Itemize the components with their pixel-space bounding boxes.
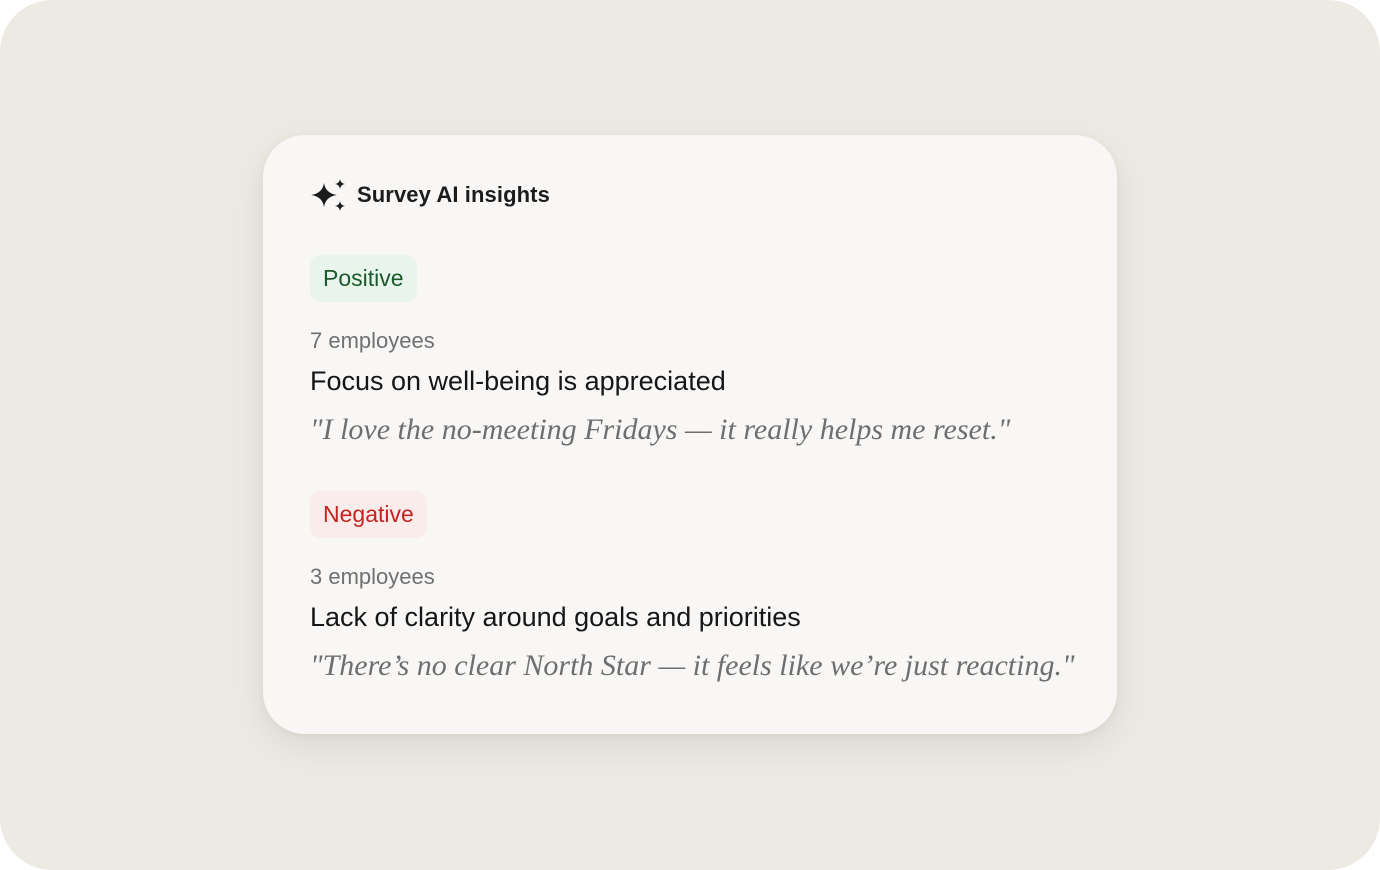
employee-count: 7 employees xyxy=(310,328,435,353)
insight-quote: "There’s no clear North Star — it feels … xyxy=(310,649,1075,682)
insight-theme: Focus on well-being is appreciated xyxy=(310,366,726,396)
sentiment-badge-positive: Positive xyxy=(310,255,417,302)
employee-count: 3 employees xyxy=(310,564,435,589)
card-title: Survey AI insights xyxy=(357,182,550,207)
insights-card: Survey AI insights Positive 7 employees … xyxy=(263,135,1117,734)
sentiment-badge-negative: Negative xyxy=(310,491,427,538)
sparkles-icon xyxy=(311,179,345,211)
insight-section-positive: Positive 7 employees Focus on well-being… xyxy=(310,255,1010,446)
insight-quote: "I love the no-meeting Fridays — it real… xyxy=(310,413,1011,446)
card-header: Survey AI insights xyxy=(311,179,550,211)
insight-section-negative: Negative 3 employees Lack of clarity aro… xyxy=(310,491,1075,682)
background-canvas: Survey AI insights Positive 7 employees … xyxy=(0,0,1380,870)
insight-theme: Lack of clarity around goals and priorit… xyxy=(310,602,801,632)
